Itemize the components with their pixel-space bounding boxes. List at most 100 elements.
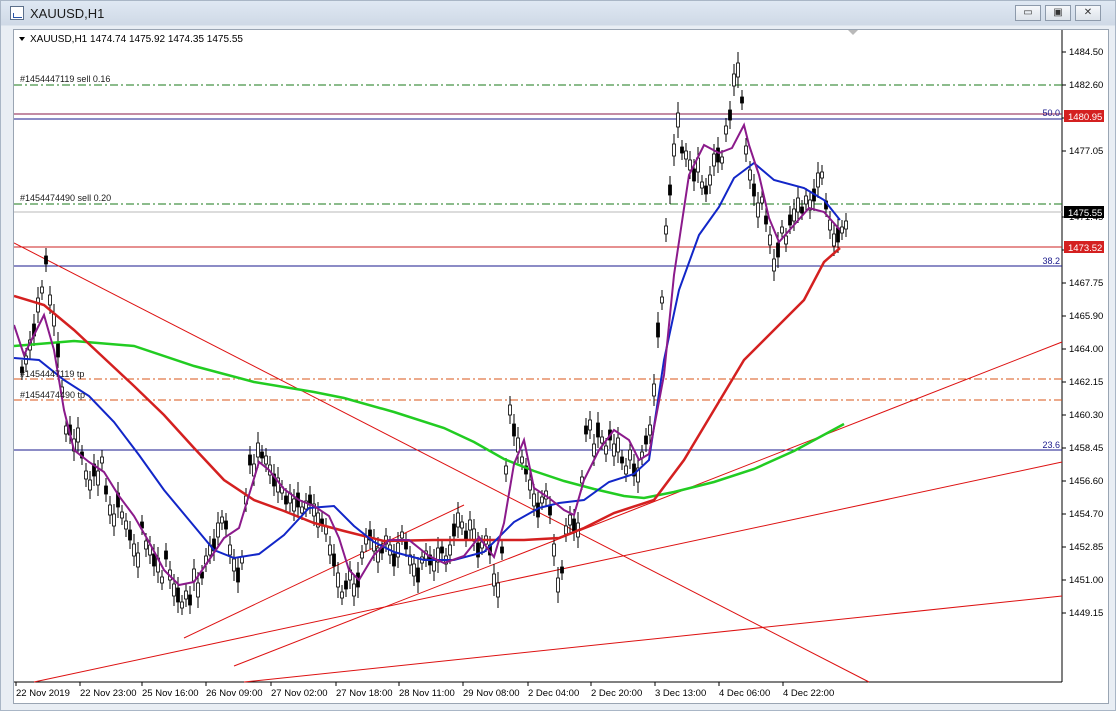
- price-tick-label: 1456.60: [1069, 476, 1103, 487]
- candle-body: [652, 383, 656, 397]
- price-tick-label: 1454.70: [1069, 509, 1103, 520]
- candle-body: [688, 159, 692, 171]
- candle-body: [64, 425, 68, 435]
- candle-body: [180, 601, 184, 609]
- candle-body: [796, 197, 800, 213]
- candle-body: [600, 436, 604, 444]
- candle-body: [264, 455, 268, 465]
- trendlines: [13, 242, 1063, 683]
- order-label-sell-020: #1454474490 sell 0.20: [20, 193, 111, 203]
- candle-body: [704, 185, 708, 195]
- candle-body: [256, 442, 260, 458]
- candle-body: [224, 520, 228, 530]
- candle-body: [716, 147, 720, 163]
- candle-body: [124, 520, 128, 530]
- candle-body: [708, 174, 712, 186]
- candle-body: [96, 470, 100, 486]
- candle-body: [844, 220, 848, 230]
- candle-body: [772, 258, 776, 272]
- restore-button[interactable]: ▣: [1045, 5, 1071, 21]
- trendline-3[interactable]: [233, 341, 1063, 667]
- trendline-1[interactable]: [13, 242, 870, 683]
- price-tick-label: 1462.15: [1069, 377, 1103, 388]
- candle-body: [756, 202, 760, 218]
- candle-body: [776, 242, 780, 258]
- candle-body: [828, 219, 832, 231]
- candle-body: [612, 443, 616, 457]
- candle-body: [792, 208, 796, 222]
- candle-body: [220, 516, 224, 524]
- candle-body: [404, 540, 408, 550]
- candle-body: [560, 566, 564, 574]
- level-price-badge: 1480.95: [1068, 112, 1102, 123]
- candle-body: [176, 587, 180, 603]
- ma-blue-50[interactable]: [13, 161, 841, 561]
- window-controls: ▭ ▣ ✕: [1015, 5, 1101, 21]
- candle-body: [784, 235, 788, 245]
- candle-body: [160, 576, 164, 584]
- candle-body: [528, 479, 532, 491]
- candle-body: [504, 465, 508, 475]
- trendline-4[interactable]: [33, 461, 1063, 683]
- minimize-button[interactable]: ▭: [1015, 5, 1041, 21]
- candle-body: [164, 550, 168, 560]
- candle-body: [360, 551, 364, 559]
- candle-body: [196, 582, 200, 598]
- ma-purple-10[interactable]: [13, 122, 841, 587]
- candle-body: [128, 529, 132, 541]
- close-button[interactable]: ✕: [1075, 5, 1101, 21]
- candle-body: [520, 456, 524, 464]
- candle-body: [804, 195, 808, 205]
- order-label-sell-016: #1454447119 sell 0.16: [20, 74, 110, 84]
- level-price-badge-2: 1473.52: [1068, 243, 1102, 254]
- candle-body: [676, 112, 680, 128]
- price-tick-label: 1467.75: [1069, 278, 1103, 289]
- candle-body: [284, 495, 288, 505]
- candle-body: [260, 451, 264, 459]
- chart-window: XAUUSD,H1 ▭ ▣ ✕ XAUUSD,H1 1474.74 1475.9…: [0, 0, 1116, 711]
- time-tick-label: 28 Nov 11:00: [399, 688, 455, 699]
- candle-body: [732, 73, 736, 87]
- title-bar[interactable]: XAUUSD,H1 ▭ ▣ ✕: [1, 1, 1115, 25]
- shift-marker-icon[interactable]: [848, 30, 858, 35]
- chart-header: XAUUSD,H1 1474.74 1475.92 1474.35 1475.5…: [30, 34, 243, 45]
- price-tick-label: 1452.85: [1069, 542, 1103, 553]
- candle-body: [656, 322, 660, 338]
- fib-label-500: 50.0: [1042, 108, 1060, 118]
- time-tick-label: 22 Nov 2019: [16, 688, 70, 699]
- candle-body: [392, 553, 396, 567]
- chart-window-icon: [10, 6, 24, 20]
- price-tick-label: 1477.05: [1069, 146, 1103, 157]
- candle-body: [108, 504, 112, 516]
- trendline-5[interactable]: [243, 595, 1063, 683]
- ma-green-200[interactable]: [13, 339, 845, 500]
- candle-body: [40, 286, 44, 294]
- ma-red-100[interactable]: [13, 247, 841, 543]
- candle-body: [396, 542, 400, 558]
- fib-labels: 50.0 38.2 23.6: [1042, 108, 1060, 450]
- candle-body: [84, 470, 88, 480]
- candle-body: [724, 125, 728, 135]
- price-chart[interactable]: XAUUSD,H1 1474.74 1475.92 1474.35 1475.5…: [13, 29, 1109, 704]
- candle-body: [340, 591, 344, 599]
- candle-body: [136, 552, 140, 568]
- time-tick-label: 26 Nov 09:00: [206, 688, 263, 699]
- time-tick-label: 3 Dec 13:00: [655, 688, 706, 699]
- candle-body: [624, 465, 628, 475]
- chart-canvas[interactable]: XAUUSD,H1 1474.74 1475.92 1474.35 1475.5…: [13, 30, 1108, 703]
- candle-body: [132, 543, 136, 557]
- candle-body: [748, 169, 752, 181]
- candle-body: [48, 294, 52, 306]
- candle-body: [88, 479, 92, 491]
- candle-body: [508, 404, 512, 416]
- candle-body: [144, 540, 148, 550]
- candle-body: [668, 184, 672, 196]
- order-label-tp-2: #1454474490 tp: [20, 390, 85, 400]
- price-tick-label: 1482.60: [1069, 80, 1103, 91]
- price-tick-label: 1451.00: [1069, 575, 1103, 586]
- candle-body: [800, 206, 804, 214]
- time-tick-label: 27 Nov 18:00: [336, 688, 393, 699]
- header-dropdown-icon[interactable]: [19, 37, 25, 41]
- candle-body: [644, 435, 648, 445]
- candle-body: [56, 342, 60, 358]
